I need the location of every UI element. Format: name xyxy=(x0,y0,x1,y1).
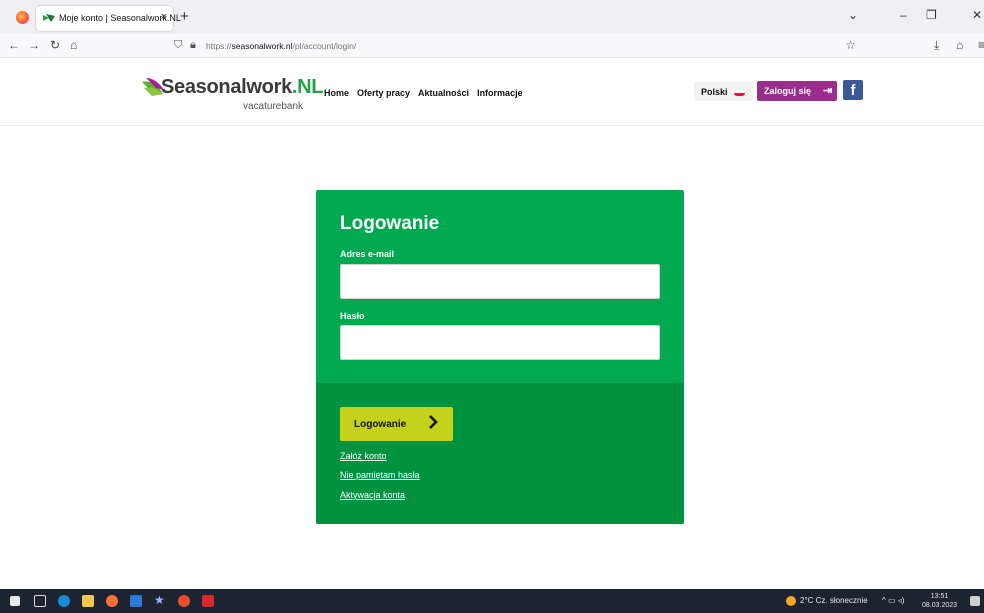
sign-in-icon: ⇥ xyxy=(823,85,833,97)
menu-item-news[interactable]: Aktualności xyxy=(418,88,469,98)
firefox-taskbar-icon[interactable] xyxy=(106,595,118,607)
language-label: Polski xyxy=(701,87,728,97)
language-selector[interactable]: Polski xyxy=(694,82,753,101)
menu-item-home[interactable]: Home xyxy=(324,88,349,98)
email-field[interactable] xyxy=(340,264,660,299)
start-icon[interactable] xyxy=(10,596,20,606)
reload-icon[interactable]: ↻ xyxy=(50,38,60,52)
download-icon[interactable]: ⤓ xyxy=(934,38,939,53)
facebook-icon[interactable]: f xyxy=(843,80,863,100)
login-card-footer: Logowanie Załóż konto Nie pamiętam hasła… xyxy=(316,383,684,524)
site-favicon-icon xyxy=(43,14,55,22)
login-title: Logowanie xyxy=(340,213,440,234)
menu-item-info[interactable]: Informacje xyxy=(477,88,523,98)
login-submit-button[interactable]: Logowanie xyxy=(340,407,453,441)
menu-item-jobs[interactable]: Oferty pracy xyxy=(357,88,410,98)
new-tab-button[interactable]: + xyxy=(180,8,189,25)
powerpoint-icon[interactable] xyxy=(178,595,190,607)
acrobat-icon[interactable] xyxy=(202,595,214,607)
clock-date: 08.03.2023 xyxy=(922,602,958,609)
chevron-down-icon[interactable]: ⌄ xyxy=(848,8,858,22)
main-menu: Home Oferty pracy Aktualności Informacje xyxy=(324,88,523,98)
chevron-right-icon xyxy=(429,415,438,429)
url-text[interactable]: https://seasonalwork.nl/pl/account/login… xyxy=(206,41,356,51)
header-login-label: Zaloguj się xyxy=(764,86,812,96)
menu-icon[interactable]: ≡ xyxy=(978,38,984,52)
outlook-icon[interactable] xyxy=(130,595,142,607)
back-arrow-icon[interactable]: ← xyxy=(8,38,20,52)
restore-icon[interactable]: ❐ xyxy=(926,8,937,22)
notifications-icon[interactable] xyxy=(970,596,980,606)
forgot-password-link[interactable]: Nie pamiętam hasła xyxy=(340,470,420,480)
weather-icon[interactable] xyxy=(786,596,796,606)
minimize-icon[interactable]: – xyxy=(900,8,907,22)
close-icon[interactable]: ✕ xyxy=(972,8,982,22)
password-label: Hasło xyxy=(340,311,365,321)
firefox-icon[interactable] xyxy=(16,11,29,24)
password-field[interactable] xyxy=(340,325,660,360)
header-login-button[interactable]: Zaloguj się ⇥ xyxy=(757,81,837,101)
browser-tab-bar: Moje konto | Seasonalwork.NL × + ⌄ – ❐ ✕ xyxy=(0,0,984,34)
tab-close-icon[interactable]: × xyxy=(161,11,167,23)
account-activation-link[interactable]: Aktywacja konta xyxy=(340,490,405,500)
windows-taskbar: ★ 2°C Cz. słonecznie ^ ▭ ◃) 13:51 08.03.… xyxy=(0,589,984,613)
file-explorer-icon[interactable] xyxy=(82,595,94,607)
weather-text[interactable]: 2°C Cz. słonecznie xyxy=(800,596,868,605)
bookmark-star-icon[interactable]: ☆ xyxy=(845,38,856,52)
home-icon[interactable]: ⌂ xyxy=(70,38,77,52)
clock-time: 13:51 xyxy=(930,593,949,600)
lock-icon[interactable]: 🔒︎ xyxy=(190,39,196,52)
extensions-icon[interactable]: ⌂ xyxy=(956,38,963,52)
login-card: Logowanie Adres e-mail Hasło xyxy=(316,190,684,383)
email-label: Adres e-mail xyxy=(340,249,395,259)
poland-flag-icon xyxy=(734,90,745,96)
submit-label: Logowanie xyxy=(354,419,407,430)
task-view-icon[interactable] xyxy=(34,595,46,607)
forward-arrow-icon[interactable]: → xyxy=(28,38,40,52)
shield-icon[interactable]: ⛉ xyxy=(174,39,182,52)
edge-icon[interactable] xyxy=(58,595,70,607)
logo-subtitle: vacaturebank xyxy=(243,101,304,112)
register-link[interactable]: Załóż konto xyxy=(340,451,387,461)
browser-nav-bar: ← → ↻ ⌂ ⛉ 🔒︎ https://seasonalwork.nl/pl/… xyxy=(0,34,984,58)
star-app-icon[interactable]: ★ xyxy=(154,593,166,607)
tray-icons[interactable]: ^ ▭ ◃) xyxy=(882,596,904,605)
taskbar-clock[interactable]: 13:51 08.03.2023 xyxy=(922,592,957,610)
url-bar[interactable]: ⛉ 🔒︎ https://seasonalwork.nl/pl/account/… xyxy=(160,36,870,56)
browser-tab[interactable]: Moje konto | Seasonalwork.NL × xyxy=(36,6,181,31)
site-logo[interactable]: Seasonalwork.NL xyxy=(161,76,324,99)
site-header: Seasonalwork.NL vacaturebank Home Oferty… xyxy=(0,58,984,126)
